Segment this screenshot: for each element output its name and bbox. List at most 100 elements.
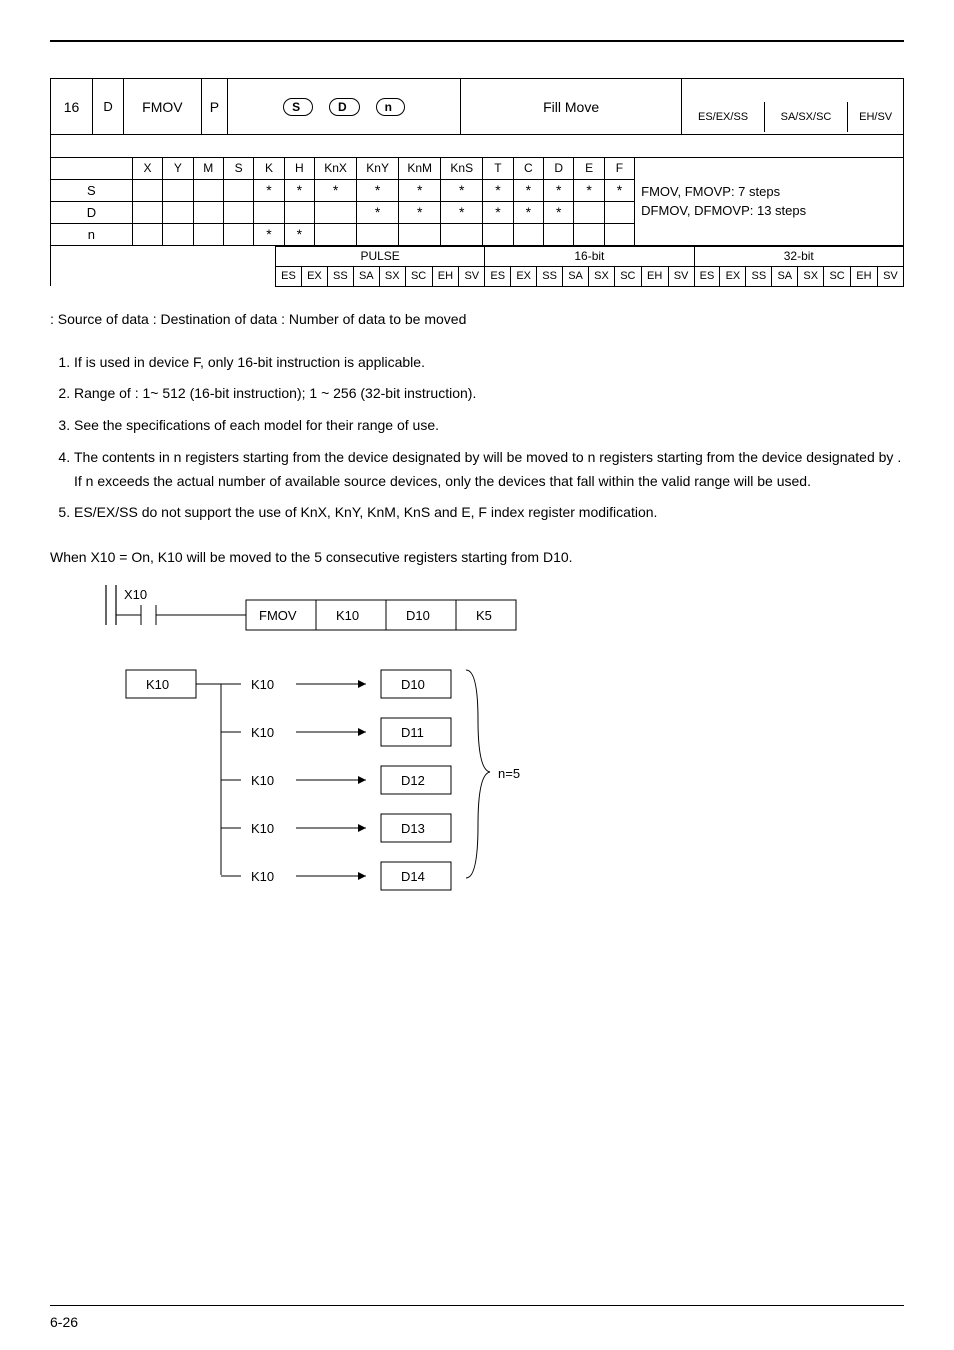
col-head: E [574,157,604,179]
foot-cell: SV [459,266,485,286]
col-head: KnM [399,157,441,179]
col-head: S [223,157,253,179]
ladder-fmov: FMOV [259,608,297,623]
cell [223,201,253,223]
row-label: n [51,223,133,245]
cell [132,223,162,245]
foot-cell: SA [563,266,589,286]
foot-cell: EX [511,266,537,286]
foot-cell: EH [432,266,459,286]
cell [132,201,162,223]
cell: * [483,179,513,201]
col-head: KnY [357,157,399,179]
cell [574,201,604,223]
cell: * [254,179,284,201]
cell [193,179,223,201]
cell [513,223,543,245]
brace-label: n=5 [498,766,520,781]
col-head: Y [163,157,193,179]
cell: * [574,179,604,201]
ladder-k10: K10 [336,608,359,623]
col-head: M [193,157,223,179]
cell [163,179,193,201]
dst-val: D11 [401,725,424,740]
cell [574,223,604,245]
cell: * [544,201,574,223]
col-head: T [483,157,513,179]
dst-val: D13 [401,821,425,836]
src-val: K10 [251,725,274,740]
row-label: S [51,179,133,201]
src-val: K10 [251,677,274,692]
cell: * [441,201,483,223]
foot-cell: SC [614,266,641,286]
cell [163,223,193,245]
dst-val: D10 [401,677,425,692]
cell: * [284,179,314,201]
src-val: K10 [251,869,274,884]
src-val: K10 [251,821,274,836]
col-head: D [544,157,574,179]
cell [604,223,634,245]
col-head: KnX [315,157,357,179]
cell [132,179,162,201]
foot-cell: SV [877,266,903,286]
cell: * [399,179,441,201]
api-number: 16 [51,79,93,135]
cell [315,201,357,223]
page-number: 6-26 [50,1314,78,1330]
operand-n-pill: n [376,98,405,116]
row-label: D [51,201,133,223]
example-text: When X10 = On, K10 will be moved to the … [50,549,904,565]
cell: * [284,223,314,245]
foot-hdr: PULSE [276,246,485,266]
cell [254,201,284,223]
cell [284,201,314,223]
cell [441,223,483,245]
foot-cell: EH [851,266,878,286]
mnemonic-name: FMOV [124,79,202,135]
cell: * [604,179,634,201]
explain-item: See the specifications of each model for… [74,414,904,438]
col-head: H [284,157,314,179]
cell: * [315,179,357,201]
col-head: K [254,157,284,179]
cell [604,201,634,223]
steps-box: FMOV, FMOVP: 7 steps DFMOV, DFMOVP: 13 s… [635,157,904,245]
cell: * [441,179,483,201]
foot-cell: EX [301,266,327,286]
cell: * [544,179,574,201]
cell [544,223,574,245]
foot-hdr: 16-bit [485,246,694,266]
dst-val: D14 [401,869,425,884]
row-label [51,157,133,179]
cell [223,179,253,201]
operand-s-pill: S [283,98,313,116]
cell [315,223,357,245]
foot-cell: EH [641,266,668,286]
foot-cell: SX [589,266,615,286]
explain-item: The contents in n registers starting fro… [74,446,904,494]
explain-item: Range of : 1~ 512 (16-bit instruction); … [74,382,904,406]
ladder-k5: K5 [476,608,492,623]
program-diagram: X10 FMOV K10 D10 K5 K10 K10D10K10D11K10D… [86,575,904,905]
mnemonic-p: P [201,79,228,135]
foot-cell: SX [798,266,824,286]
foot-cell: ES [694,266,720,286]
foot-cell: SS [327,266,353,286]
cell: * [357,201,399,223]
col-head: C [513,157,543,179]
cell: * [483,201,513,223]
cell [193,223,223,245]
operand-d-pill: D [329,98,360,116]
cell: * [513,201,543,223]
foot-cell: SA [772,266,798,286]
foot-cell: SX [379,266,405,286]
cell [163,201,193,223]
foot-cell: SS [537,266,563,286]
foot-cell: SA [353,266,379,286]
cell: * [399,201,441,223]
foot-cell: SC [405,266,432,286]
controller-cell: SA/SX/SC [764,102,848,132]
cell: * [254,223,284,245]
